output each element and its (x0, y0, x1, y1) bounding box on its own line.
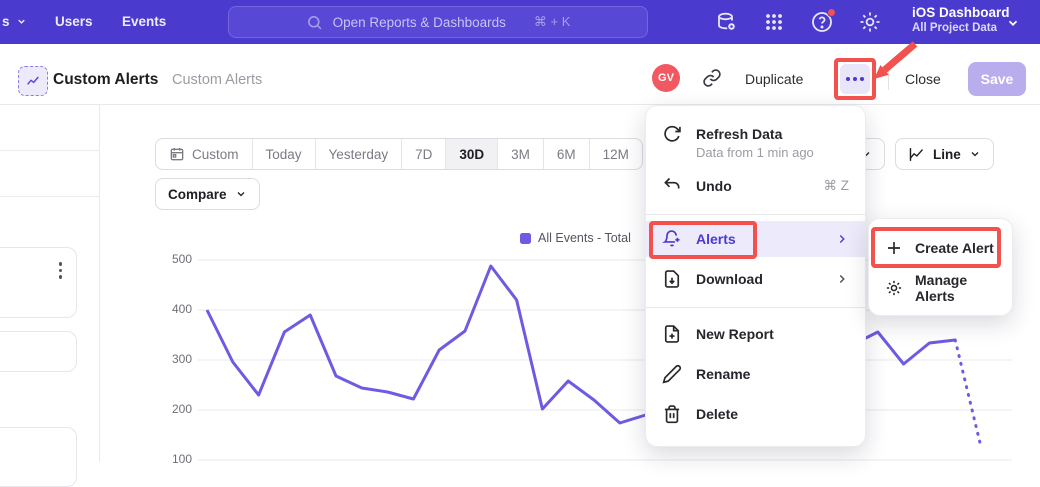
context-menu: Refresh Data Data from 1 min ago Undo ⌘ … (645, 105, 866, 447)
chart-legend[interactable]: All Events - Total (520, 231, 631, 245)
range-custom[interactable]: Custom (156, 139, 252, 169)
menu-divider (646, 214, 865, 215)
report-header: Custom Alerts Custom Alerts GV Duplicate… (0, 44, 1040, 105)
y-axis-tick: 100 (152, 452, 192, 466)
search-input[interactable]: Open Reports & Dashboards ⌘ + K (228, 6, 648, 38)
nav-item-users[interactable]: Users (55, 14, 93, 29)
menu-item-alerts[interactable]: Alerts (646, 221, 865, 257)
nav-item-events[interactable]: Events (122, 14, 166, 29)
range-7d[interactable]: 7D (401, 139, 445, 169)
refresh-icon (662, 124, 682, 144)
notification-dot (827, 8, 836, 17)
search-shortcut: ⌘ + K (534, 14, 571, 30)
range-30d[interactable]: 30D (445, 139, 497, 169)
share-link-icon[interactable] (702, 68, 722, 88)
line-series-incomplete (955, 340, 981, 447)
y-axis-tick: 500 (152, 252, 192, 266)
kebab-menu-icon[interactable] (59, 262, 63, 279)
search-icon (306, 14, 323, 31)
bell-plus-icon (662, 229, 682, 249)
close-button[interactable]: Close (905, 71, 941, 87)
plus-icon (885, 239, 903, 257)
pencil-icon (662, 364, 682, 384)
download-file-icon (662, 269, 682, 289)
range-today[interactable]: Today (252, 139, 315, 169)
save-button[interactable]: Save (968, 62, 1026, 96)
menu-item-undo[interactable]: Undo ⌘ Z (646, 164, 865, 208)
panel-divider (99, 105, 100, 462)
line-chart-icon (908, 146, 925, 163)
range-6m[interactable]: 6M (543, 139, 589, 169)
chevron-down-icon (969, 148, 981, 160)
project-name: iOS Dashboard (912, 5, 1010, 20)
submenu-item-create-alert[interactable]: Create Alert (869, 228, 1012, 268)
chevron-down-icon (16, 16, 27, 27)
data-gear-icon[interactable] (714, 10, 738, 34)
report-icon (18, 66, 48, 96)
sidebar-separator (0, 196, 99, 197)
chevron-down-icon (235, 188, 247, 200)
y-axis-tick: 400 (152, 302, 192, 316)
settings-icon[interactable] (858, 10, 882, 34)
builder-card[interactable] (0, 331, 77, 372)
breadcrumb: Custom Alerts (172, 72, 262, 88)
legend-label: All Events - Total (538, 231, 631, 245)
menu-item-refresh-subtitle: Data from 1 min ago (646, 145, 865, 164)
builder-card[interactable] (0, 427, 77, 487)
page-title: Custom Alerts (53, 71, 158, 89)
range-3m[interactable]: 3M (497, 139, 543, 169)
menu-item-rename[interactable]: Rename (646, 354, 865, 394)
project-scope: All Project Data (912, 22, 1010, 34)
y-axis-tick: 200 (152, 402, 192, 416)
gear-icon (885, 279, 903, 297)
compare-button[interactable]: Compare (155, 178, 260, 210)
top-navigation-bar: s Users Events Open Reports & Dashboards… (0, 0, 1040, 44)
avatar[interactable]: GV (652, 64, 680, 92)
apps-grid-icon[interactable] (762, 10, 786, 34)
chevron-right-icon (835, 272, 849, 286)
help-icon[interactable] (810, 10, 834, 34)
submenu-item-manage-alerts[interactable]: Manage Alerts (869, 268, 1012, 308)
legend-swatch (520, 233, 531, 244)
trash-icon (662, 404, 682, 424)
menu-divider (646, 307, 865, 308)
menu-item-delete[interactable]: Delete (646, 394, 865, 434)
menu-item-new-report[interactable]: New Report (646, 314, 865, 354)
date-range-picker: Custom Today Yesterday 7D 30D 3M 6M 12M (155, 138, 643, 170)
range-yesterday[interactable]: Yesterday (315, 139, 402, 169)
y-axis-tick: 300 (152, 352, 192, 366)
range-12m[interactable]: 12M (589, 139, 642, 169)
header-divider (888, 66, 889, 90)
chevron-right-icon (835, 232, 849, 246)
file-plus-icon (662, 324, 682, 344)
sidebar-separator (0, 150, 99, 151)
duplicate-button[interactable]: Duplicate (745, 71, 803, 87)
menu-item-download[interactable]: Download (646, 257, 865, 301)
alerts-submenu: Create Alert Manage Alerts (868, 218, 1013, 316)
more-options-button[interactable] (840, 64, 870, 94)
nav-item-cropped[interactable]: s (2, 14, 27, 29)
calendar-icon (169, 146, 185, 162)
undo-shortcut: ⌘ Z (824, 178, 850, 194)
chart-type-button[interactable]: Line (895, 138, 994, 170)
project-switcher[interactable]: iOS Dashboard All Project Data (912, 5, 1010, 34)
undo-icon (662, 176, 682, 196)
builder-card[interactable] (0, 247, 77, 318)
chevron-down-icon (1006, 16, 1020, 30)
